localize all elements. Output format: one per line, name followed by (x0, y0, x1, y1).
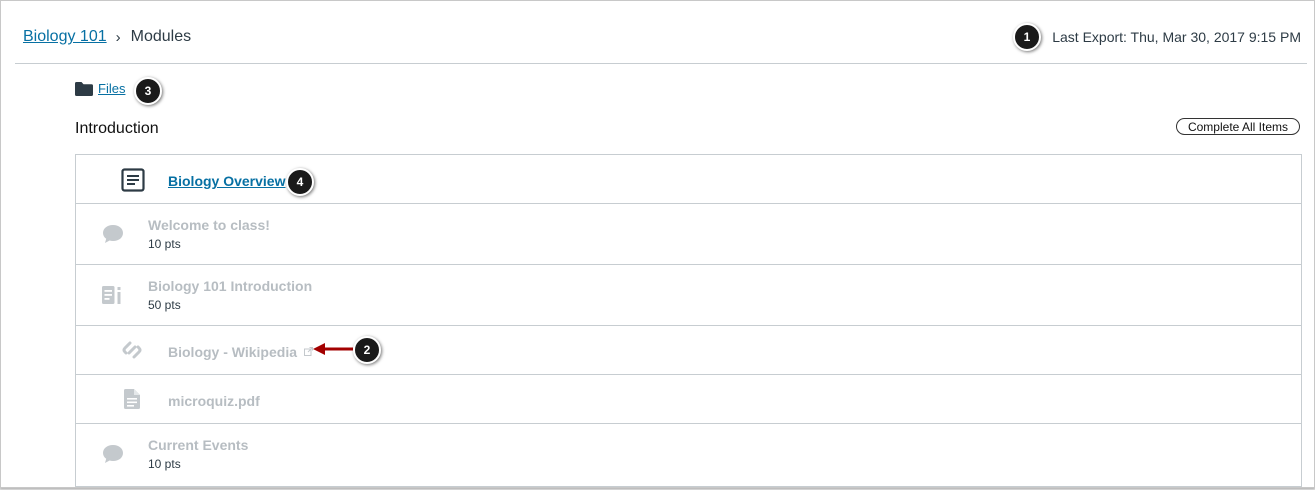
module-item-points: 10 pts (148, 237, 181, 251)
module-item-biology-101-introduction[interactable]: Biology 101 Introduction 50 pts (76, 265, 1301, 326)
module-item-title[interactable]: Biology 101 Introduction (148, 278, 312, 294)
assignment-icon (102, 286, 121, 304)
module-items-list: Biology Overview Welcome to class! 10 pt… (75, 154, 1302, 487)
breadcrumb: Biology 101 › Modules (23, 28, 191, 46)
page-icon (121, 168, 145, 192)
callout-arrow (313, 343, 353, 355)
document-icon (124, 389, 140, 409)
module-item-points: 50 pts (148, 298, 181, 312)
discussion-icon (103, 225, 123, 243)
module-item-title[interactable]: Biology Overview (168, 173, 285, 189)
module-item-current-events[interactable]: Current Events 10 pts (76, 424, 1301, 487)
module-item-microquiz[interactable]: microquiz.pdf (76, 375, 1301, 424)
breadcrumb-current: Modules (130, 28, 192, 45)
module-item-welcome[interactable]: Welcome to class! 10 pts (76, 204, 1301, 265)
module-item-biology-wikipedia[interactable]: Biology - Wikipedia (76, 326, 1301, 375)
module-item-biology-overview[interactable]: Biology Overview (76, 155, 1301, 204)
folder-icon (75, 81, 93, 96)
callout-badge-2: 2 (353, 336, 381, 364)
breadcrumb-course-link[interactable]: Biology 101 (23, 28, 107, 46)
module-item-title-row: Biology - Wikipedia (168, 344, 313, 360)
module-item-title[interactable]: Current Events (148, 437, 248, 453)
module-item-title[interactable]: microquiz.pdf (168, 393, 260, 409)
callout-badge-3: 3 (134, 77, 162, 105)
page-header: Biology 101 › Modules Last Export: Thu, … (15, 1, 1307, 64)
module-item-points: 10 pts (148, 457, 181, 471)
last-export-text: Last Export: Thu, Mar 30, 2017 9:15 PM (1052, 29, 1301, 45)
module-item-title[interactable]: Biology - Wikipedia (168, 344, 297, 360)
callout-badge-4: 4 (286, 168, 314, 196)
discussion-icon (103, 445, 123, 463)
files-link[interactable]: Files (98, 81, 125, 96)
module-item-title[interactable]: Welcome to class! (148, 217, 270, 233)
module-title: Introduction (75, 120, 159, 137)
callout-badge-1: 1 (1013, 23, 1041, 51)
modules-page: Biology 101 › Modules Last Export: Thu, … (0, 0, 1315, 488)
link-icon (122, 341, 142, 359)
files-link-row[interactable]: Files (75, 81, 125, 96)
complete-all-items-button[interactable]: Complete All Items (1176, 118, 1300, 135)
breadcrumb-separator: › (115, 28, 121, 46)
